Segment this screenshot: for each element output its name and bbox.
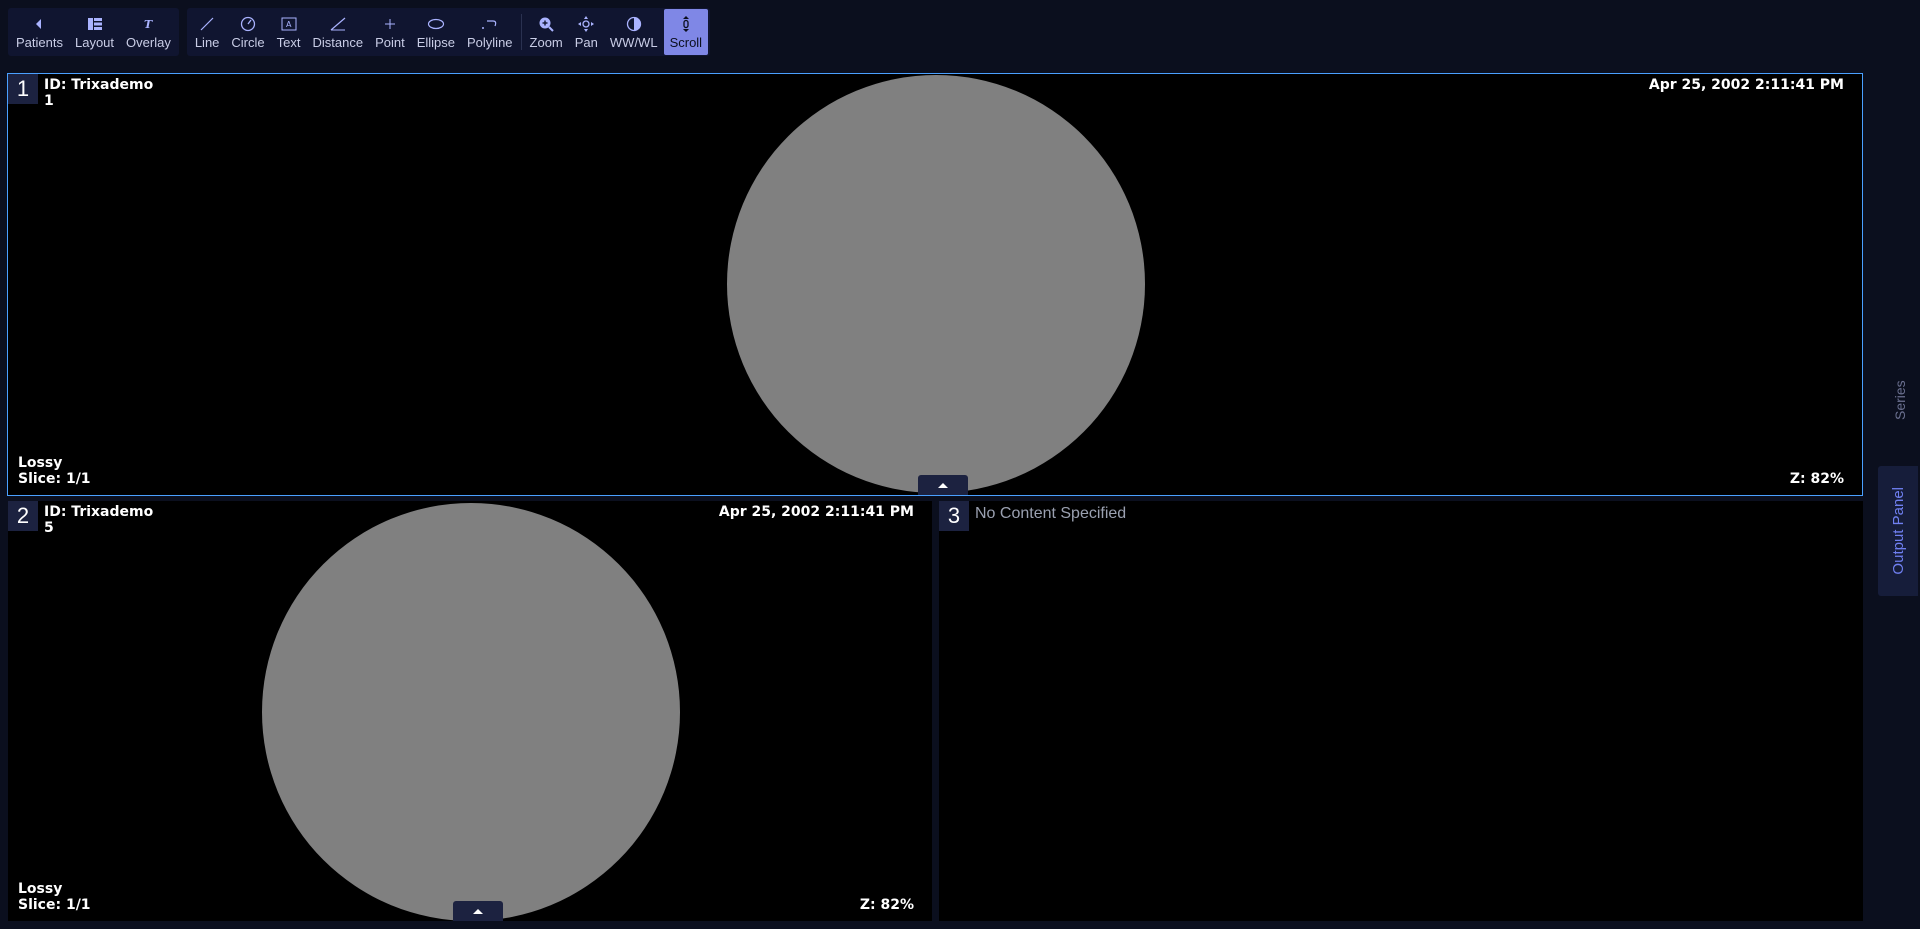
scroll-button[interactable]: Scroll <box>663 9 709 55</box>
no-content-message: No Content Specified <box>975 505 1127 522</box>
text-tool-button[interactable]: A Text <box>271 9 307 55</box>
toolbar-group-tools: Line Circle A Text Distance Point Ellips… <box>186 8 711 56</box>
ellipse-button[interactable]: Ellipse <box>411 9 461 55</box>
patients-button[interactable]: Patients <box>10 9 69 55</box>
distance-icon <box>330 15 346 33</box>
viewport-number: 3 <box>939 501 969 531</box>
patient-id: ID: Trixademo <box>44 77 154 93</box>
series-panel-tab[interactable]: Series <box>1888 372 1912 428</box>
chevron-up-icon <box>473 909 483 914</box>
svg-text:A: A <box>286 20 292 29</box>
contrast-icon <box>626 15 642 33</box>
series-number: 5 <box>44 520 54 536</box>
thumbnail-toggle-button[interactable] <box>918 475 968 495</box>
zoom-icon <box>538 15 554 33</box>
slice-label: Slice: 1/1 <box>18 897 91 913</box>
svg-text:T: T <box>144 18 153 30</box>
compression-label: Lossy <box>18 881 63 897</box>
series-number: 1 <box>44 93 54 109</box>
patient-info: ID: Trixademo 1 <box>44 77 153 109</box>
polyline-button[interactable]: Polyline <box>461 9 519 55</box>
scroll-icon <box>680 15 692 33</box>
toolbar: Patients Layout T Overlay Line Circle A … <box>8 8 711 56</box>
zoom-button[interactable]: Zoom <box>524 9 569 55</box>
study-datetime: Apr 25, 2002 2:11:41 PM <box>718 504 914 520</box>
overlay-text-icon: T <box>142 15 154 33</box>
chevron-up-icon <box>938 483 948 488</box>
toolbar-separator <box>520 14 522 50</box>
slice-label: Slice: 1/1 <box>18 471 91 487</box>
study-datetime: Apr 25, 2002 2:11:41 PM <box>1648 77 1844 93</box>
toolbar-group-navigation: Patients Layout T Overlay <box>8 8 179 56</box>
viewport-3[interactable]: 3 No Content Specified <box>939 501 1863 921</box>
output-panel-tab[interactable]: Output Panel <box>1878 466 1918 596</box>
zoom-level: Z: 82% <box>1789 471 1844 487</box>
wwwl-button[interactable]: WW/WL <box>604 9 664 55</box>
text-box-icon: A <box>281 15 297 33</box>
circle-icon <box>240 15 256 33</box>
viewport-number: 1 <box>8 74 38 104</box>
distance-button[interactable]: Distance <box>306 9 369 55</box>
chevron-left-icon <box>34 15 44 33</box>
pan-button[interactable]: Pan <box>569 9 604 55</box>
viewport-number: 2 <box>8 501 38 531</box>
overlay-button[interactable]: T Overlay <box>120 9 177 55</box>
zoom-level: Z: 82% <box>859 897 914 913</box>
layout-button[interactable]: Layout <box>69 9 120 55</box>
thumbnail-toggle-button[interactable] <box>453 901 503 921</box>
compression-label: Lossy <box>18 455 63 471</box>
patient-id: ID: Trixademo <box>44 504 154 520</box>
viewport-2[interactable]: 2 ID: Trixademo 5 Apr 25, 2002 2:11:41 P… <box>8 501 932 921</box>
line-button[interactable]: Line <box>189 9 226 55</box>
image-info: Lossy Slice: 1/1 <box>18 881 91 913</box>
image-info: Lossy Slice: 1/1 <box>18 455 91 487</box>
pan-icon <box>578 15 595 33</box>
viewport-1[interactable]: 1 ID: Trixademo 1 Apr 25, 2002 2:11:41 P… <box>7 73 1863 496</box>
circle-button[interactable]: Circle <box>225 9 270 55</box>
layout-grid-icon <box>87 15 102 33</box>
polyline-icon <box>481 15 499 33</box>
output-panel-label: Output Panel <box>1889 487 1907 575</box>
point-button[interactable]: Point <box>369 9 411 55</box>
line-icon <box>200 15 214 33</box>
point-icon <box>383 15 397 33</box>
ellipse-icon <box>427 15 445 33</box>
dicom-image <box>727 75 1145 493</box>
dicom-image <box>262 503 680 921</box>
patient-info: ID: Trixademo 5 <box>44 504 153 536</box>
